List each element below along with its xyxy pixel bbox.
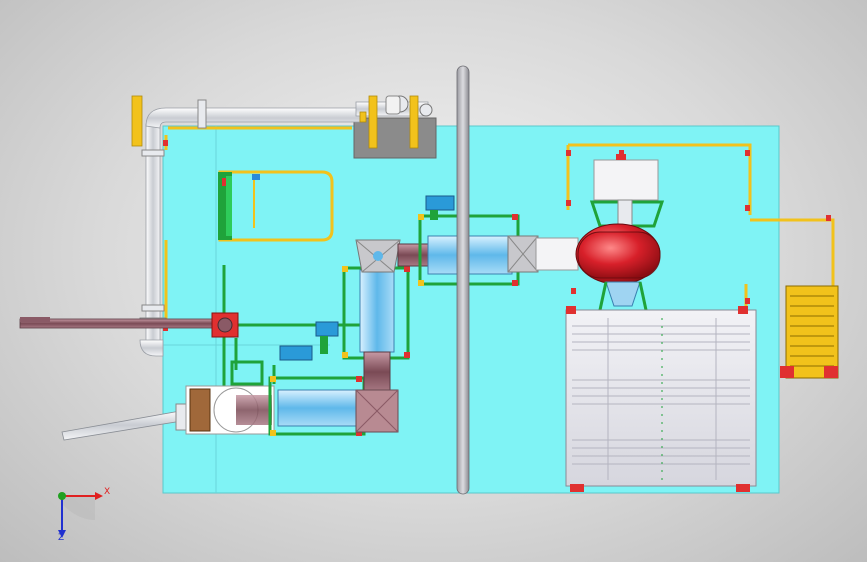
model-drawing bbox=[19, 65, 839, 538]
x-axis-label: X bbox=[104, 487, 111, 497]
service-box[interactable] bbox=[353, 117, 437, 159]
central-column[interactable] bbox=[456, 65, 470, 495]
cooling-grate[interactable] bbox=[565, 306, 757, 492]
z-axis-label: Z bbox=[58, 533, 65, 543]
hopper[interactable] bbox=[355, 239, 401, 273]
cad-viewport[interactable]: X Z bbox=[0, 0, 867, 562]
access-hatch[interactable] bbox=[218, 170, 334, 242]
axis-triad bbox=[58, 492, 103, 538]
stair-tower[interactable] bbox=[780, 285, 839, 379]
